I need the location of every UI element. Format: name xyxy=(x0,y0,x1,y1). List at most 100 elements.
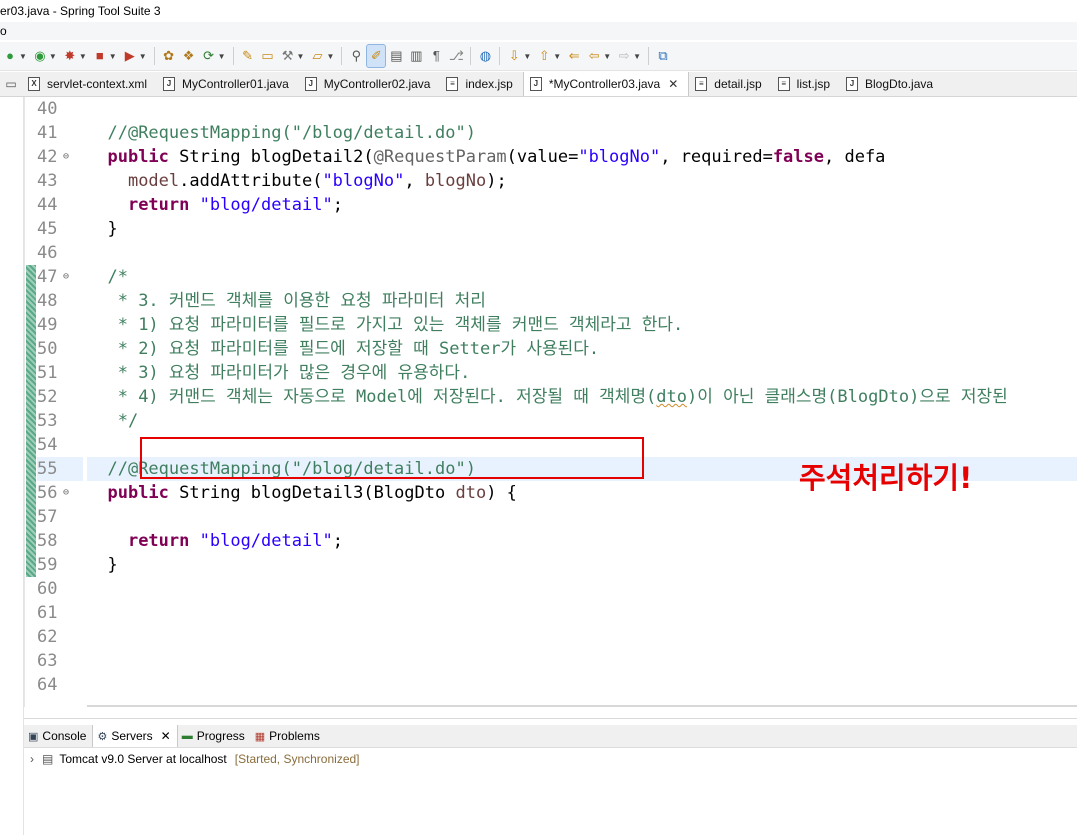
new-package-icon[interactable]: ✿ xyxy=(160,45,178,67)
toolbar-separator xyxy=(648,47,650,65)
menu-fragment[interactable]: o xyxy=(0,24,7,38)
run-dropdown-icon[interactable]: ▼ xyxy=(19,52,27,61)
show-whitespace-icon[interactable]: ▤ xyxy=(387,45,405,67)
stop-icon[interactable]: ■ xyxy=(91,45,109,67)
next-annotation-icon[interactable]: ⇩ xyxy=(505,45,523,67)
code-line: return "blog/detail"; xyxy=(87,529,1077,553)
folder-icon[interactable]: ▱ xyxy=(308,45,326,67)
line-number: 63 xyxy=(37,651,58,671)
java-file-icon: J xyxy=(304,77,317,91)
tab-blogdto[interactable]: J BlogDto.java xyxy=(840,72,943,96)
tab-label: Servers xyxy=(111,729,153,743)
line-number: 64 xyxy=(37,675,58,695)
comment-text: //@RequestMapping("/blog/detail.do") xyxy=(107,123,476,143)
line-number: 45 xyxy=(37,219,58,239)
profile-dropdown-icon[interactable]: ▼ xyxy=(79,52,87,61)
toolbar-separator xyxy=(341,47,343,65)
tab-label: Console xyxy=(42,729,87,743)
variable: model xyxy=(127,171,180,191)
block-selection-icon[interactable]: ▥ xyxy=(407,45,425,67)
refresh-icon[interactable]: ⟳ xyxy=(200,45,218,67)
tab-label: BlogDto.java xyxy=(865,77,934,91)
progress-icon: ▬ xyxy=(181,730,193,742)
comment-text: * 4) 커맨드 객체는 자동으로 xyxy=(107,387,356,407)
tools-icon[interactable]: ⚒ xyxy=(279,45,297,67)
menu-bar[interactable]: o xyxy=(0,22,1077,40)
tab-list-menu-icon[interactable]: ▭ xyxy=(0,72,22,96)
close-icon[interactable]: ✕ xyxy=(668,77,678,91)
new-window-icon[interactable]: ⧉ xyxy=(654,45,672,67)
debug-icon[interactable]: ◉ xyxy=(31,45,49,67)
tab-list-jsp[interactable]: ≡ list.jsp xyxy=(772,72,840,96)
tab-detail-jsp[interactable]: ≡ detail.jsp xyxy=(689,72,771,96)
fold-collapse-icon[interactable]: ⊖ xyxy=(63,265,69,289)
fold-collapse-icon[interactable]: ⊖ xyxy=(63,145,69,169)
tab-console[interactable]: ▣ Console xyxy=(24,725,92,747)
tab-label: detail.jsp xyxy=(714,77,762,91)
open-folder-icon[interactable]: ▭ xyxy=(259,45,277,67)
prev-annotation-icon[interactable]: ⇧ xyxy=(535,45,553,67)
variable: dto xyxy=(455,483,487,503)
prev-annotation-dropdown-icon[interactable]: ▼ xyxy=(553,52,561,61)
code-text: ; xyxy=(332,195,343,215)
string-literal: "blog/detail" xyxy=(199,195,333,215)
deploy-dropdown-icon[interactable]: ▼ xyxy=(139,52,147,61)
code-text: ); xyxy=(486,171,507,191)
keyword: return xyxy=(127,195,190,215)
comment-text: * 3. 커멘드 객체를 이용한 요청 파라미터 처리 xyxy=(107,291,486,311)
folder-dropdown-icon[interactable]: ▼ xyxy=(326,52,334,61)
horizontal-scrollbar[interactable] xyxy=(87,705,1077,707)
back-icon[interactable]: ⇦ xyxy=(585,45,603,67)
mark-occurrences-icon[interactable]: ✐ xyxy=(366,44,387,68)
close-icon[interactable]: ✕ xyxy=(161,729,171,743)
comment-text: dto xyxy=(656,387,687,407)
tab-mycontroller03[interactable]: J *MyController03.java ✕ xyxy=(522,72,690,96)
forward-icon[interactable]: ⇨ xyxy=(615,45,633,67)
tab-servlet-context[interactable]: X servlet-context.xml xyxy=(22,72,157,96)
globe-icon[interactable]: ◍ xyxy=(476,45,494,67)
open-type-icon[interactable]: ✎ xyxy=(239,45,257,67)
code-area[interactable]: //@RequestMapping("/blog/detail.do") pub… xyxy=(87,97,1077,707)
deploy-icon[interactable]: ▶ xyxy=(121,45,139,67)
tab-mycontroller01[interactable]: J MyController01.java xyxy=(157,72,299,96)
last-edit-icon[interactable]: ⇐ xyxy=(565,45,583,67)
tools-dropdown-icon[interactable]: ▼ xyxy=(297,52,305,61)
line-number: 44 xyxy=(37,195,58,215)
tab-problems[interactable]: ▦ Problems xyxy=(251,725,326,747)
server-list-item[interactable]: › ▤ Tomcat v9.0 Server at localhost [Sta… xyxy=(30,750,360,768)
line-number: 58 xyxy=(37,531,58,551)
code-editor[interactable]: 40 41 42 ⊖ 43 44 45 46 47 ⊖ 48 49 50 51 52… xyxy=(24,97,1077,707)
tab-servers[interactable]: ⚙ Servers ✕ xyxy=(92,725,178,747)
toolbar-separator xyxy=(153,47,155,65)
fold-collapse-icon[interactable]: ⊖ xyxy=(63,481,69,505)
run-icon[interactable]: ● xyxy=(1,45,19,67)
java-file-icon: J xyxy=(163,77,176,91)
tab-mycontroller02[interactable]: J MyController02.java xyxy=(299,72,441,96)
back-dropdown-icon[interactable]: ▼ xyxy=(603,52,611,61)
tab-label: *MyController03.java xyxy=(548,77,661,91)
line-number: 46 xyxy=(37,243,58,263)
pin-icon[interactable]: ⚲ xyxy=(347,45,365,67)
expand-chevron-icon[interactable]: › xyxy=(30,750,34,768)
line-number: 60 xyxy=(37,579,58,599)
git-icon[interactable]: ⎇ xyxy=(447,45,465,67)
next-annotation-dropdown-icon[interactable]: ▼ xyxy=(523,52,531,61)
line-number: 61 xyxy=(37,603,58,623)
new-class-icon[interactable]: ❖ xyxy=(180,45,198,67)
comment-text: BlogDto xyxy=(837,387,910,407)
refresh-dropdown-icon[interactable]: ▼ xyxy=(218,52,226,61)
code-text: , xyxy=(404,171,425,191)
tab-progress[interactable]: ▬ Progress xyxy=(178,725,251,747)
debug-dropdown-icon[interactable]: ▼ xyxy=(49,52,57,61)
tab-index-jsp[interactable]: ≡ index.jsp xyxy=(440,72,522,96)
line-number-text: 47 xyxy=(37,267,58,287)
comment-text: 가 사용된다. xyxy=(500,339,600,359)
stop-dropdown-icon[interactable]: ▼ xyxy=(109,52,117,61)
code-text: String blogDetail3(BlogDto xyxy=(168,483,456,503)
profile-icon[interactable]: ✸ xyxy=(61,45,79,67)
forward-dropdown-icon[interactable]: ▼ xyxy=(633,52,641,61)
bottom-panel: ▣ Console ⚙ Servers ✕ ▬ Progress ▦ Probl… xyxy=(24,718,1077,836)
line-number-current: 55 xyxy=(37,457,83,481)
pilcrow-icon[interactable]: ¶ xyxy=(427,45,445,67)
code-line: model.addAttribute("blogNo", blogNo); xyxy=(87,169,1077,193)
